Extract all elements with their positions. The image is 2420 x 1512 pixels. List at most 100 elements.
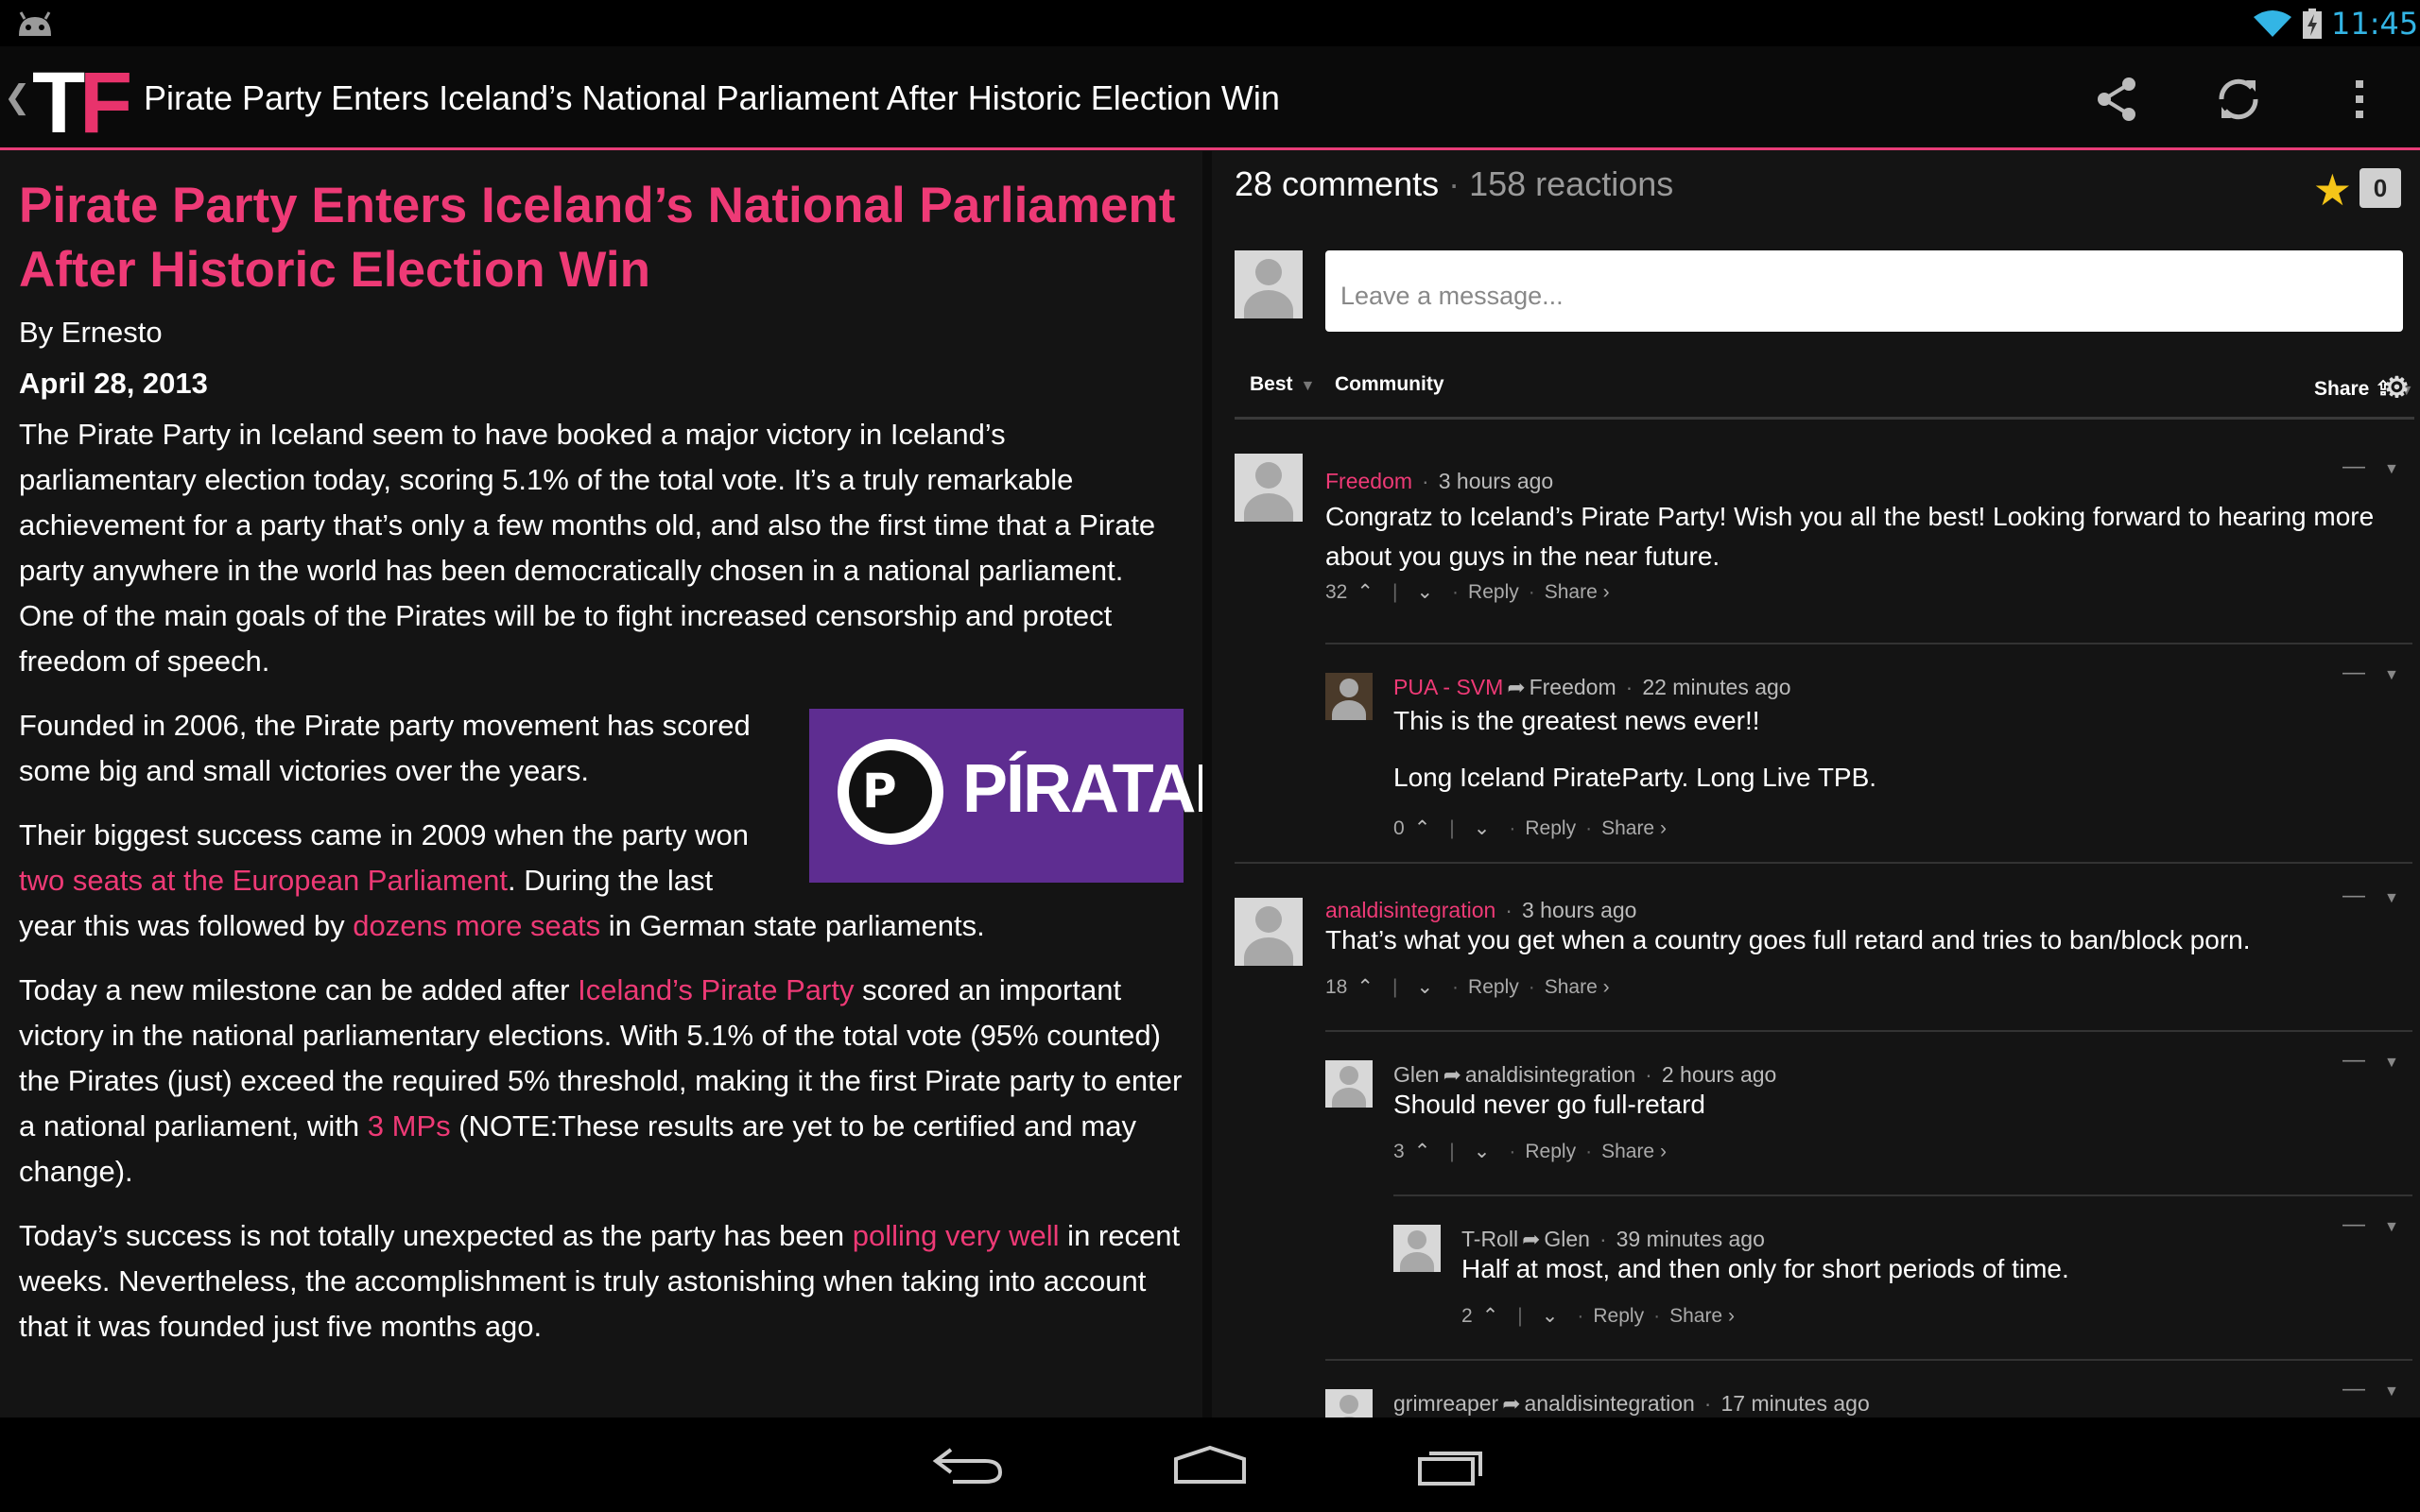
comment-time[interactable]: 3 hours ago: [1439, 469, 1553, 493]
reply-to-author[interactable]: analdisintegration: [1525, 1391, 1695, 1416]
comment-text: Should never go full-retard: [1393, 1090, 1705, 1119]
share-link[interactable]: Share ›: [1601, 1141, 1667, 1162]
comment-author[interactable]: PUA - SVM: [1393, 675, 1503, 699]
comments-pane: 28 comments·158 reactions ★ 0 Best▼ Comm…: [1212, 151, 2420, 1418]
upvote-icon[interactable]: ⌃: [1414, 1141, 1431, 1162]
reaction-count[interactable]: 158 reactions: [1469, 164, 1673, 203]
upvote-icon[interactable]: ⌃: [1482, 1305, 1499, 1327]
app-logo-t[interactable]: T: [32, 54, 85, 153]
tab-best[interactable]: Best ▼: [1250, 373, 1315, 396]
link-dozens-more-seats[interactable]: dozens more seats: [353, 909, 600, 942]
reply-to-author[interactable]: analdisintegration: [1465, 1062, 1635, 1087]
chevron-down-icon[interactable]: ▼: [2384, 461, 2399, 478]
comment-actions: 32 ⌃ | ⌄ · Reply · Share ›: [1325, 580, 1610, 604]
collapse-icon[interactable]: —: [2342, 1047, 2365, 1074]
avatar[interactable]: [1325, 673, 1373, 720]
reply-button[interactable]: Reply: [1593, 1305, 1644, 1327]
p3-text-a: Their biggest success came in 2009 when …: [19, 818, 749, 851]
meta-dot: ·: [1703, 1391, 1712, 1416]
chevron-down-icon[interactable]: ▼: [2384, 1383, 2399, 1400]
chevron-down-icon[interactable]: ▼: [2384, 1055, 2399, 1072]
app-logo-f[interactable]: F: [79, 54, 132, 153]
comment-author[interactable]: grimreaper: [1393, 1391, 1498, 1416]
avatar[interactable]: [1393, 1225, 1441, 1272]
settings-gear-icon[interactable]: ⚙: [2384, 371, 2410, 404]
avatar[interactable]: [1235, 454, 1303, 522]
comment-time[interactable]: 3 hours ago: [1522, 898, 1636, 922]
vote-count: 32: [1325, 581, 1348, 603]
comment-separator: [1325, 643, 2412, 644]
meta-dot: ·: [1505, 898, 1512, 922]
comment-author[interactable]: Freedom: [1325, 469, 1412, 493]
comment-separator: [1325, 1030, 2412, 1032]
article-paragraph-5: Today’s success is not totally unexpecte…: [19, 1213, 1184, 1349]
collapse-icon[interactable]: —: [2342, 883, 2365, 909]
reply-button[interactable]: Reply: [1525, 1141, 1576, 1162]
reply-button[interactable]: Reply: [1468, 976, 1519, 998]
comment-actions: 0 ⌃ | ⌄ · Reply · Share ›: [1393, 816, 1667, 840]
comment-author[interactable]: analdisintegration: [1325, 898, 1495, 922]
upvote-icon[interactable]: ⌃: [1414, 817, 1431, 839]
pirate-logo-letter: P: [862, 764, 897, 818]
comment-time[interactable]: 22 minutes ago: [1642, 675, 1790, 699]
comment-time[interactable]: 39 minutes ago: [1616, 1227, 1765, 1251]
back-chevron-icon[interactable]: ❮: [4, 78, 31, 116]
tab-community[interactable]: Community: [1335, 373, 1444, 396]
share-icon[interactable]: [2091, 73, 2144, 126]
back-icon[interactable]: [930, 1444, 1006, 1486]
avatar[interactable]: [1235, 898, 1303, 966]
leave-message-input[interactable]: [1325, 250, 2403, 332]
action-sep: |: [1517, 1305, 1523, 1327]
link-icelands-pirate-party[interactable]: Iceland’s Pirate Party: [578, 973, 854, 1006]
overflow-menu-icon[interactable]: [2333, 73, 2386, 126]
link-european-parliament[interactable]: two seats at the European Parliament: [19, 864, 508, 897]
comment-meta: Glen ➦ analdisintegration · 2 hours ago: [1393, 1062, 1776, 1088]
wifi-icon: [2254, 10, 2291, 37]
link-polling-very-well[interactable]: polling very well: [853, 1219, 1060, 1252]
comment-time[interactable]: 17 minutes ago: [1720, 1391, 1869, 1416]
action-dot: ·: [1509, 1141, 1516, 1162]
comment-count[interactable]: 28 comments: [1235, 164, 1439, 203]
refresh-icon[interactable]: [2212, 73, 2265, 126]
share-link[interactable]: Share ›: [1545, 976, 1610, 998]
reply-button[interactable]: Reply: [1468, 581, 1519, 603]
upvote-icon[interactable]: ⌃: [1357, 976, 1374, 998]
downvote-icon[interactable]: ⌄: [1416, 976, 1433, 998]
action-dot: ·: [1509, 817, 1516, 839]
vote-count: 0: [1393, 817, 1405, 839]
action-sep: |: [1449, 817, 1455, 839]
collapse-icon[interactable]: —: [2342, 660, 2365, 686]
downvote-icon[interactable]: ⌄: [1542, 1305, 1559, 1327]
comment-time[interactable]: 2 hours ago: [1662, 1062, 1776, 1087]
chevron-down-icon[interactable]: ▼: [2384, 1219, 2399, 1236]
chevron-down-icon[interactable]: ▼: [2384, 667, 2399, 684]
avatar[interactable]: [1325, 1389, 1373, 1418]
comment-author[interactable]: Glen: [1393, 1062, 1440, 1087]
reply-button[interactable]: Reply: [1525, 817, 1576, 839]
downvote-icon[interactable]: ⌄: [1416, 581, 1433, 603]
comments-header: 28 comments · 158 reactions: [1235, 164, 1673, 204]
article-headline: Pirate Party Enters Iceland’s National P…: [19, 178, 1176, 298]
collapse-icon[interactable]: —: [2342, 1376, 2365, 1402]
reply-to-author[interactable]: Glen: [1544, 1227, 1590, 1251]
collapse-icon[interactable]: —: [2342, 1211, 2365, 1238]
avatar[interactable]: [1325, 1060, 1373, 1108]
home-icon[interactable]: [1172, 1444, 1248, 1486]
reply-to-author[interactable]: Freedom: [1530, 675, 1616, 699]
downvote-icon[interactable]: ⌄: [1474, 817, 1491, 839]
battery-charging-icon: [2303, 9, 2322, 39]
downvote-icon[interactable]: ⌄: [1474, 1141, 1491, 1162]
upvote-icon[interactable]: ⌃: [1357, 581, 1374, 603]
collapse-icon[interactable]: —: [2342, 454, 2365, 480]
p3-text-c: in German state parliaments.: [600, 909, 985, 942]
chevron-down-icon[interactable]: ▼: [2384, 890, 2399, 907]
comment-meta: PUA - SVM ➦ Freedom · 22 minutes ago: [1393, 675, 1791, 700]
share-link[interactable]: Share ›: [1545, 581, 1610, 603]
star-icon[interactable]: ★: [2313, 164, 2352, 215]
recent-apps-icon[interactable]: [1414, 1444, 1490, 1486]
share-link[interactable]: Share ›: [1601, 817, 1667, 839]
comment-author[interactable]: T-Roll: [1461, 1227, 1518, 1251]
link-3-mps[interactable]: 3 MPs: [368, 1109, 451, 1143]
reply-arrow-icon: ➦: [1522, 1227, 1541, 1251]
share-link[interactable]: Share ›: [1669, 1305, 1735, 1327]
